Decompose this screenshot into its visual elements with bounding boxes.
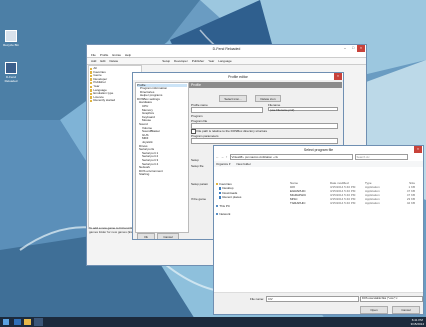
downloads-icon xyxy=(219,191,222,195)
address-row: ← → ↑ Virtual48 › psi macros civilizatio… xyxy=(214,153,423,161)
file-dialog-close-button[interactable]: × xyxy=(414,146,422,153)
new-folder-button[interactable]: New folder xyxy=(237,162,251,166)
nav-network[interactable]: Network xyxy=(216,212,256,216)
dfend-app-icon xyxy=(5,62,17,74)
recycle-bin-desktop-icon[interactable]: Recycle Bin xyxy=(2,30,20,47)
back-icon[interactable]: ← xyxy=(216,155,219,159)
col-year[interactable]: Year xyxy=(206,59,216,63)
col-developer[interactable]: Developer xyxy=(172,59,190,63)
toolbar-add[interactable]: Add xyxy=(89,59,98,63)
maximize-button[interactable]: □ xyxy=(349,45,357,52)
organize-button[interactable]: Organize ▾ xyxy=(216,162,231,166)
col-publisher[interactable]: Publisher xyxy=(190,59,207,63)
file-dialog-footer: File name: CIV DOS executable files (*.e… xyxy=(214,292,423,314)
menu-file[interactable]: File xyxy=(89,53,98,57)
taskbar: 6:41 PM 3/15/2014 xyxy=(0,317,426,327)
dialog-cancel-button[interactable]: Cancel xyxy=(392,306,420,314)
relative-path-label: File path is relative to the DOSBox dire… xyxy=(196,129,268,134)
clock-date: 3/15/2014 xyxy=(410,322,424,326)
command-bar: Organize ▾ New folder xyxy=(214,161,423,167)
toolbar-delete[interactable]: Delete xyxy=(108,59,121,63)
menu-extras[interactable]: Extras xyxy=(110,53,123,57)
folder-icon xyxy=(90,78,93,81)
file-dialog-window: Select program file × ← → ↑ Virtual48 › … xyxy=(213,145,424,315)
recycle-bin-icon xyxy=(5,30,17,42)
filename-field-label: File name: xyxy=(250,297,265,301)
profile-name-input[interactable] xyxy=(191,107,263,113)
profile-editor-close-button[interactable]: × xyxy=(334,73,342,80)
dfend-desktop-label: D-Fend Reloaded xyxy=(4,75,18,83)
dfend-toolbar: Add Edit Delete Setup Developer Publishe… xyxy=(87,58,366,65)
computer-icon xyxy=(216,204,219,207)
menu-profile[interactable]: Profile xyxy=(98,53,111,57)
folder-icon xyxy=(90,74,93,78)
ok-button[interactable]: Ok xyxy=(137,233,155,239)
search-input[interactable]: Search civ xyxy=(354,154,408,160)
desktop-icon xyxy=(219,187,222,190)
folder-icon xyxy=(90,67,93,70)
profile-header: Profile xyxy=(189,82,342,88)
folder-icon xyxy=(90,89,93,92)
file-dialog-nav-pane: Favorites Desktop Downloads Recent place… xyxy=(216,182,256,292)
menu-help[interactable]: Help xyxy=(123,53,133,57)
filename-field[interactable]: CIV xyxy=(266,296,359,302)
close-button[interactable]: × xyxy=(357,45,365,52)
start-icon[interactable] xyxy=(3,319,9,325)
forward-icon[interactable]: → xyxy=(221,155,224,159)
folder-icon xyxy=(90,92,93,96)
open-button[interactable]: Open xyxy=(360,306,388,314)
relative-path-checkbox[interactable] xyxy=(191,129,196,134)
folder-icon xyxy=(90,85,93,88)
star-icon xyxy=(216,183,219,186)
file-row[interactable]: TGRAPHIC 3/15/2014 5:40 PM Application 4… xyxy=(290,201,423,205)
filetype-select[interactable]: DOS executable files (*.exe;*.c xyxy=(360,296,423,302)
program-params-input[interactable] xyxy=(191,138,338,144)
minimize-button[interactable]: – xyxy=(341,45,349,52)
profile-editor-title: Profile editor xyxy=(228,74,248,79)
file-dialog-titlebar[interactable]: Select program file × xyxy=(214,146,423,153)
dfend-titlebar[interactable]: D-Fend Reloaded – □ × xyxy=(87,45,366,52)
address-bar[interactable]: Virtual48 › psi macros civilization › ci… xyxy=(229,154,353,160)
if-game-text: If the game xyxy=(191,197,207,201)
recent-places-icon xyxy=(219,196,222,199)
toolbar-edit[interactable]: Edit xyxy=(98,59,107,63)
setup-params-label: Setup param xyxy=(191,182,209,186)
network-icon xyxy=(216,212,219,216)
dfend-desktop-icon[interactable]: D-Fend Reloaded xyxy=(2,62,20,83)
ie-icon[interactable] xyxy=(14,319,21,325)
recycle-bin-label: Recycle Bin xyxy=(3,43,19,47)
select-icon-button[interactable]: Select icon... xyxy=(219,95,247,102)
col-setup[interactable]: Setup xyxy=(160,59,172,63)
dfend-taskbar-icon[interactable] xyxy=(34,318,43,326)
profile-editor-titlebar[interactable]: Profile editor × xyxy=(133,73,343,80)
clock[interactable]: 6:41 PM 3/15/2014 xyxy=(411,318,424,327)
nav-this-pc[interactable]: This PC xyxy=(216,204,256,208)
setup-file-label: Setup file xyxy=(191,164,204,168)
profile-nav-tree: Profile Program information Directories … xyxy=(135,82,189,233)
folder-icon xyxy=(90,81,93,85)
folder-icon xyxy=(90,96,93,99)
dfend-title: D-Fend Reloaded xyxy=(212,46,241,51)
setup-section-label: Setup xyxy=(191,158,199,162)
folder-icon xyxy=(90,99,93,103)
relative-path-checkbox-row[interactable]: File path is relative to the DOSBox dire… xyxy=(191,129,267,134)
delete-icon-button[interactable]: Delete icon xyxy=(255,95,281,102)
explorer-icon[interactable] xyxy=(24,319,31,325)
program-section-label: Program xyxy=(191,114,203,118)
nav-starting[interactable]: Starting xyxy=(137,173,187,177)
col-language[interactable]: Language xyxy=(216,59,233,63)
nav-recent-places[interactable]: Recent places xyxy=(216,195,256,199)
file-dialog-title: Select program file xyxy=(303,147,334,152)
file-list: Name Date modified Type Size CIV 3/15/20… xyxy=(290,181,423,205)
up-icon[interactable]: ↑ xyxy=(226,155,228,159)
folder-icon xyxy=(90,71,93,74)
filename-input[interactable]: (use Filename.prof) xyxy=(268,107,338,112)
cancel-button[interactable]: Cancel xyxy=(157,233,179,239)
